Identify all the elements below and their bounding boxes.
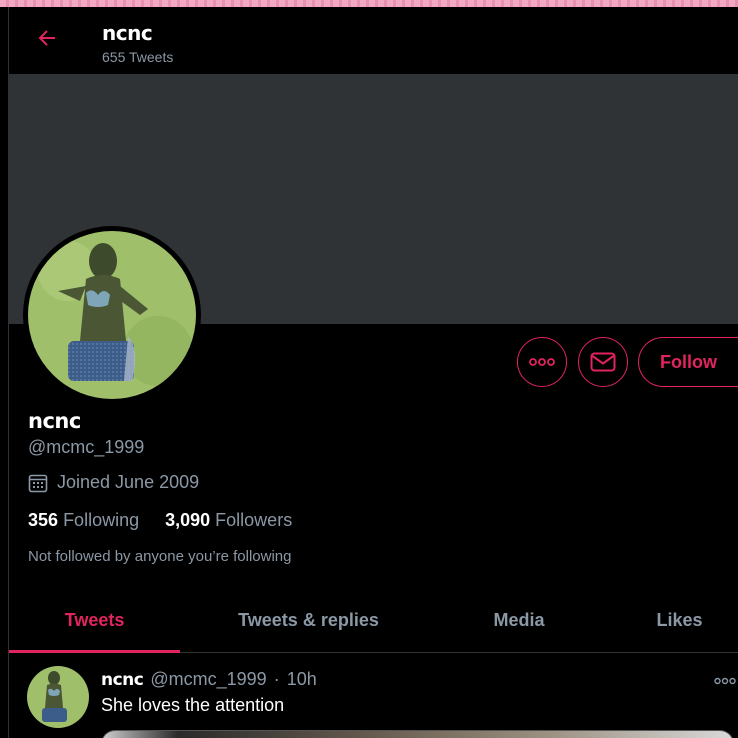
header-tweet-count: 655 Tweets xyxy=(102,49,174,65)
follow-stats: 356 Following 3,090 Followers xyxy=(28,510,292,531)
tab-likes-label: Likes xyxy=(656,610,703,630)
following-link[interactable]: 356 Following xyxy=(28,510,139,531)
tab-media-label: Media xyxy=(493,610,545,630)
tab-tweets-label: Tweets xyxy=(64,610,125,630)
joined-text: Joined June 2009 xyxy=(57,472,200,492)
tweet-more-button[interactable] xyxy=(714,672,736,690)
top-border-strip xyxy=(0,0,738,7)
more-icon xyxy=(529,358,555,366)
tweet-text: She loves the attention xyxy=(101,695,285,715)
tweet-avatar[interactable] xyxy=(27,666,89,728)
tab-media[interactable]: Media xyxy=(437,589,601,652)
mail-icon xyxy=(590,352,616,372)
tweet-author-handle[interactable]: @mcmc_1999 xyxy=(150,669,266,690)
tab-tweets-replies-label: Tweets & replies xyxy=(238,610,379,630)
header-title: ncnc xyxy=(102,21,153,45)
more-options-button[interactable] xyxy=(517,337,567,387)
tab-tweets[interactable]: Tweets xyxy=(9,589,180,653)
back-arrow-icon xyxy=(38,30,55,46)
profile-avatar[interactable] xyxy=(23,226,201,404)
profile-header: ncnc 655 Tweets xyxy=(9,7,738,74)
active-tab-indicator xyxy=(9,650,180,653)
back-button[interactable] xyxy=(31,22,63,54)
followers-label: Followers xyxy=(215,510,293,530)
joined-date: Joined June 2009 xyxy=(28,472,199,493)
tweet-avatar-photo xyxy=(27,666,89,728)
tab-likes[interactable]: Likes xyxy=(601,589,738,652)
followed-by-note: Not followed by anyone you’re following xyxy=(28,548,292,565)
tweet-header: ncnc @mcmc_1999 · 10h xyxy=(101,669,317,690)
more-horizontal-icon xyxy=(714,677,736,685)
profile-tabs: Tweets Tweets & replies Media Likes xyxy=(9,589,738,653)
following-label: Following xyxy=(63,510,140,530)
followers-link[interactable]: 3,090 Followers xyxy=(165,510,292,531)
followers-count: 3,090 xyxy=(165,510,211,530)
tweet-item[interactable]: ncnc @mcmc_1999 · 10h She loves the atte… xyxy=(9,654,738,738)
tweet-separator: · xyxy=(273,669,280,689)
tweet-author-name[interactable]: ncnc xyxy=(101,670,144,690)
tweet-media-image[interactable] xyxy=(101,730,734,738)
avatar-photo xyxy=(28,231,196,399)
profile-name: ncnc xyxy=(28,409,81,433)
profile-handle: @mcmc_1999 xyxy=(28,437,145,457)
message-button[interactable] xyxy=(578,337,628,387)
tweet-time[interactable]: 10h xyxy=(287,669,317,690)
following-count: 356 xyxy=(28,510,59,530)
calendar-icon xyxy=(28,474,48,492)
follow-button[interactable]: Follow xyxy=(638,337,738,387)
tab-tweets-replies[interactable]: Tweets & replies xyxy=(180,589,437,652)
